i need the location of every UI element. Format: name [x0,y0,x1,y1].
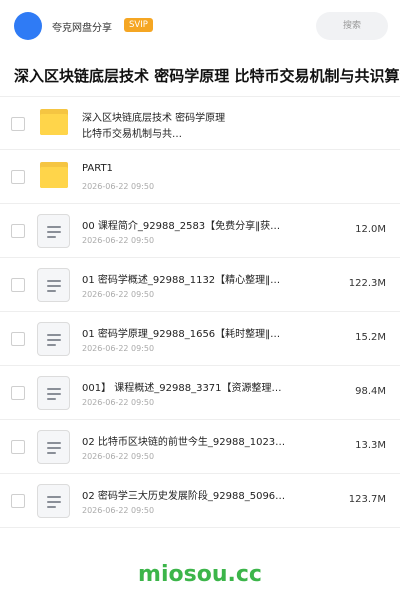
file-name: PART1 [82,163,113,174]
file-name: 深入区块链底层技术 密码学原理 [82,113,226,124]
search-input[interactable]: 搜索 [316,12,388,40]
file-size: 98.4M [355,386,386,397]
avatar[interactable] [14,12,42,40]
file-date: 2026-06-22 09:50 [82,398,155,407]
document-icon [37,484,70,518]
row-checkbox[interactable] [11,278,25,292]
file-date: 2026-06-22 09:50 [82,236,155,245]
list-item[interactable]: 深入区块链底层技术 密码学原理 比特币交易机制与共… [0,96,400,150]
list-item[interactable]: 02 比特币区块链的前世今生_92988_1023… 2026-06-22 09… [0,420,400,474]
row-checkbox[interactable] [11,386,25,400]
document-icon [37,322,70,356]
list-item[interactable]: 001】 课程概述_92988_3371【资源整理… 2026-06-22 09… [0,366,400,420]
file-size: 122.3M [348,278,386,289]
list-item[interactable]: PART1 2026-06-22 09:50 [0,150,400,204]
file-size: 15.2M [355,332,386,343]
file-name: 02 比特币区块链的前世今生_92988_1023… [82,437,286,448]
brand-label: 夸克网盘分享 [52,23,112,34]
document-icon [37,376,70,410]
file-date: 2026-06-22 09:50 [82,290,155,299]
file-list: 深入区块链底层技术 密码学原理 比特币交易机制与共… PART1 2026-06… [0,96,400,528]
row-checkbox[interactable] [11,224,25,238]
list-item[interactable]: 02 密码学三大历史发展阶段_92988_5096… 2026-06-22 09… [0,474,400,528]
page-title: 深入区块链底层技术 密码学原理 比特币交易机制与共识算法 [14,67,400,85]
document-icon [37,268,70,302]
row-checkbox[interactable] [11,440,25,454]
document-icon [37,430,70,464]
list-item[interactable]: 01 密码学原理_92988_1656【耗时整理‖… 2026-06-22 09… [0,312,400,366]
file-name: 001】 课程概述_92988_3371【资源整理… [82,383,282,394]
file-name-line2: 比特币交易机制与共… [82,129,182,140]
row-checkbox[interactable] [11,494,25,508]
file-date: 2026-06-22 09:50 [82,452,155,461]
file-name: 01 密码学概述_92988_1132【精心整理‖… [82,275,281,286]
file-name: 01 密码学原理_92988_1656【耗时整理‖… [82,329,281,340]
row-checkbox[interactable] [11,170,25,184]
file-size: 123.7M [348,494,386,505]
file-date: 2026-06-22 09:50 [82,506,155,515]
file-size: 13.3M [355,440,386,451]
folder-icon [36,162,70,192]
app-header: 夸克网盘分享 SVIP 搜索 [0,0,400,52]
watermark-text: miosou.cc [138,562,262,587]
list-item[interactable]: 00 课程简介_92988_2583【免费分享‖获… 2026-06-22 09… [0,204,400,258]
row-checkbox[interactable] [11,332,25,346]
row-checkbox[interactable] [11,117,25,131]
list-item[interactable]: 01 密码学概述_92988_1132【精心整理‖… 2026-06-22 09… [0,258,400,312]
file-name: 00 课程简介_92988_2583【免费分享‖获… [82,221,281,232]
file-size: 12.0M [355,224,386,235]
file-date: 2026-06-22 09:50 [82,344,155,353]
file-date: 2026-06-22 09:50 [82,182,155,191]
document-icon [37,214,70,248]
svip-badge: SVIP [124,18,153,32]
folder-icon [36,109,70,139]
file-name: 02 密码学三大历史发展阶段_92988_5096… [82,491,286,502]
